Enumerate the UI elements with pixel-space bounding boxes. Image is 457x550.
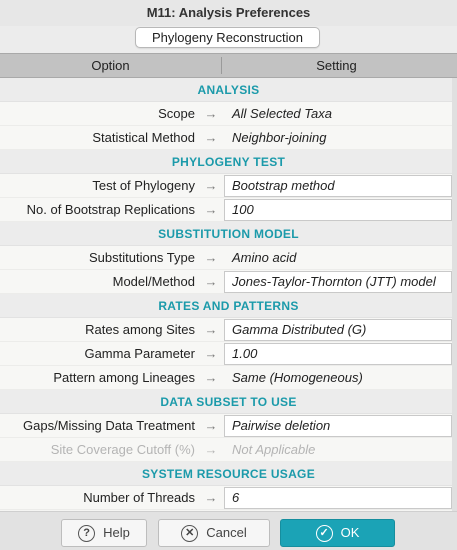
setting-field[interactable]: Jones-Taylor-Thornton (JTT) model (224, 271, 452, 293)
column-header-setting[interactable]: Setting (221, 54, 452, 78)
arrow-right-icon: → (204, 442, 218, 457)
setting-field[interactable]: 1.00 (224, 343, 452, 365)
option-label: Site Coverage Cutoff (%) (50, 442, 195, 457)
arrow-right-icon: → (204, 178, 218, 193)
section-header: SYSTEM RESOURCE USAGE (0, 462, 457, 486)
option-label: No. of Bootstrap Replications (26, 202, 195, 217)
setting-value: Neighbor-joining (232, 130, 327, 145)
tab-phylogeny-reconstruction[interactable]: Phylogeny Reconstruction (135, 27, 320, 48)
option-label: Number of Threads (83, 490, 195, 505)
button-bar: ? Help ✕ Cancel ✓ OK (0, 511, 457, 550)
arrow-right-icon: → (204, 274, 218, 289)
option-row[interactable]: Rates among Sites → Gamma Distributed (G) (0, 318, 457, 342)
arrow-right-icon: → (204, 106, 218, 121)
option-row[interactable]: Scope → All Selected Taxa (0, 102, 457, 126)
option-label: Pattern among Lineages (53, 370, 195, 385)
section-header: RATES AND PATTERNS (0, 294, 457, 318)
question-icon: ? (78, 524, 96, 542)
option-row[interactable]: Statistical Method → Neighbor-joining (0, 126, 457, 150)
section-header: PHYLOGENY TEST (0, 150, 457, 174)
option-row[interactable]: Test of Phylogeny → Bootstrap method (0, 174, 457, 198)
table-body: ANALYSIS Scope → All Selected Taxa Statistic… (0, 78, 457, 510)
option-row[interactable]: No. of Bootstrap Replications → 100 (0, 198, 457, 222)
option-label: Scope (158, 106, 195, 121)
setting-field[interactable]: Pairwise deletion (224, 415, 452, 437)
setting-value: Not Applicable (232, 442, 316, 457)
preferences-table: Option Setting ANALYSIS Scope → All Selecte… (0, 53, 457, 511)
arrow-right-icon: → (204, 418, 218, 433)
arrow-right-icon: → (204, 490, 218, 505)
window-title: M11: Analysis Preferences (0, 0, 457, 26)
setting-field[interactable]: 6 (224, 487, 452, 509)
section-header: ANALYSIS (0, 78, 457, 102)
arrow-right-icon: → (204, 346, 218, 361)
cancel-button-label: Cancel (206, 525, 247, 540)
section-header: SUBSTITUTION MODEL (0, 222, 457, 246)
option-label: Test of Phylogeny (92, 178, 195, 193)
ok-button[interactable]: ✓ OK (280, 519, 395, 547)
option-row[interactable]: Gaps/Missing Data Treatment → Pairwise del… (0, 414, 457, 438)
option-label: Substitutions Type (89, 250, 195, 265)
option-label: Gaps/Missing Data Treatment (23, 418, 195, 433)
option-row[interactable]: Pattern among Lineages → Same (Homogeneous… (0, 366, 457, 390)
option-row[interactable]: Substitutions Type → Amino acid (0, 246, 457, 270)
table-header: Option Setting (0, 53, 457, 78)
setting-field[interactable]: Gamma Distributed (G) (224, 319, 452, 341)
vertical-scrollbar[interactable] (452, 78, 457, 511)
option-row[interactable]: Model/Method → Jones-Taylor-Thornton (JTT)… (0, 270, 457, 294)
option-row: Site Coverage Cutoff (%) → Not Applicable (0, 438, 457, 462)
section-header: DATA SUBSET TO USE (0, 390, 457, 414)
setting-value: Same (Homogeneous) (232, 370, 363, 385)
arrow-right-icon: → (204, 130, 218, 145)
check-circle-icon: ✓ (315, 524, 333, 542)
setting-value: All Selected Taxa (232, 106, 332, 121)
option-label: Gamma Parameter (84, 346, 195, 361)
option-label: Statistical Method (92, 130, 195, 145)
arrow-right-icon: → (204, 250, 218, 265)
help-button-label: Help (103, 525, 130, 540)
x-circle-icon: ✕ (181, 524, 199, 542)
arrow-right-icon: → (204, 322, 218, 337)
option-label: Rates among Sites (85, 322, 195, 337)
option-label: Model/Method (112, 274, 195, 289)
option-row[interactable]: Number of Threads → 6 (0, 486, 457, 510)
setting-value: Amino acid (232, 250, 297, 265)
cancel-button[interactable]: ✕ Cancel (158, 519, 270, 547)
arrow-right-icon: → (204, 370, 218, 385)
option-row[interactable]: Gamma Parameter → 1.00 (0, 342, 457, 366)
setting-field[interactable]: 100 (224, 199, 452, 221)
arrow-right-icon: → (204, 202, 218, 217)
setting-field[interactable]: Bootstrap method (224, 175, 452, 197)
column-header-option[interactable]: Option (0, 54, 221, 78)
help-button[interactable]: ? Help (61, 519, 147, 547)
ok-button-label: OK (340, 525, 360, 540)
tab-bar: Phylogeny Reconstruction (0, 26, 457, 53)
